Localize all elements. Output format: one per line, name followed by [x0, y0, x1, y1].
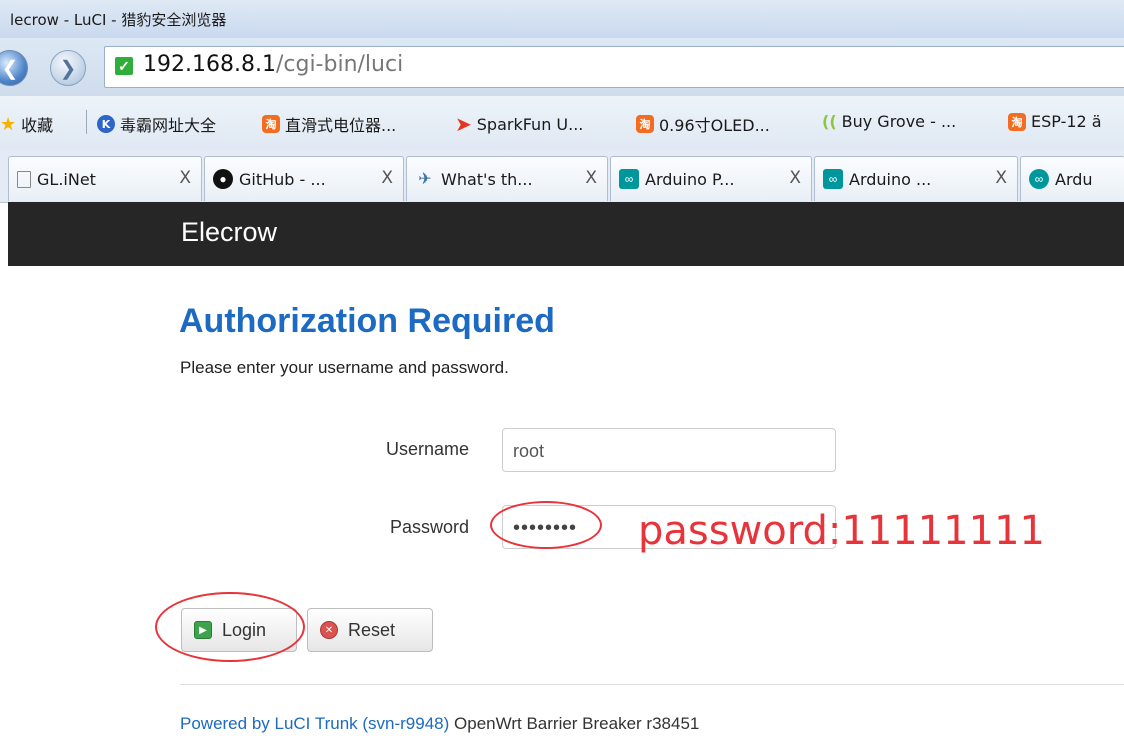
bookmark-label: 0.96寸OLED...	[659, 116, 770, 135]
url-path: /cgi-bin/luci	[275, 52, 404, 77]
footer: Powered by LuCI Trunk (svn-r9948) OpenWr…	[180, 714, 699, 734]
seeed-icon: ((	[822, 112, 837, 131]
bookmark-label: ESP-12 ä	[1031, 112, 1102, 131]
duba-icon: K	[97, 115, 115, 133]
star-icon: ★	[0, 113, 17, 135]
reset-button[interactable]: ✕ Reset	[307, 608, 433, 652]
taobao-icon: 淘	[262, 115, 280, 133]
luci-link[interactable]: Powered by LuCI Trunk (svn-r9948)	[180, 714, 449, 733]
address-bar[interactable]: ✓ 192.168.8.1/cgi-bin/luci	[104, 46, 1124, 88]
forum-icon: ✈	[418, 171, 432, 188]
tab-label: GL.iNet	[37, 169, 96, 189]
tab-glinet[interactable]: GL.iNet X	[8, 156, 202, 201]
taobao-icon: 淘	[636, 115, 654, 133]
bookmark-separator	[86, 110, 87, 134]
tab-arduino-3[interactable]: ∞ Ardu	[1020, 156, 1124, 201]
reset-icon: ✕	[320, 621, 338, 639]
tab-arduino-2[interactable]: ∞ Arduino ... X	[814, 156, 1018, 201]
arduino-icon: ∞	[619, 169, 639, 189]
password-highlight-ellipse	[490, 501, 602, 549]
navigation-bar: ❮ ❯ ✓ 192.168.8.1/cgi-bin/luci	[0, 38, 1124, 96]
close-icon[interactable]: X	[995, 168, 1007, 188]
bookmark-sparkfun[interactable]: ➤ SparkFun U...	[455, 112, 583, 136]
reset-label: Reset	[348, 619, 396, 640]
window-title-bar: lecrow - LuCI - 猎豹安全浏览器	[0, 0, 1124, 38]
back-button[interactable]: ❮	[0, 50, 28, 86]
password-annotation: password:11111111	[638, 508, 1045, 554]
footer-text: OpenWrt Barrier Breaker r38451	[449, 714, 700, 733]
secure-check-icon: ✓	[115, 57, 133, 75]
github-icon: ●	[213, 169, 233, 189]
bookmark-label: Buy Grove - ...	[841, 112, 957, 131]
tab-label: Arduino P...	[645, 169, 735, 189]
username-label: Username	[385, 439, 469, 459]
close-icon[interactable]: X	[381, 168, 393, 188]
login-highlight-ellipse	[155, 592, 305, 662]
arduino-icon: ∞	[1029, 169, 1049, 189]
sparkfun-icon: ➤	[455, 112, 472, 136]
arrow-right-icon: ❯	[59, 57, 77, 80]
bookmark-label: SparkFun U...	[476, 114, 584, 134]
bookmark-label: 收藏	[21, 116, 54, 135]
bookmark-label: 毒霸网址大全	[120, 116, 217, 135]
url-text: 192.168.8.1/cgi-bin/luci	[143, 52, 403, 77]
window-title: lecrow - LuCI - 猎豹安全浏览器	[10, 11, 227, 29]
page-header-bar	[8, 202, 1124, 266]
tab-label: Arduino ...	[849, 169, 932, 189]
page-title: Authorization Required	[179, 302, 555, 340]
arrow-left-icon: ❮	[1, 57, 19, 80]
username-field[interactable]: root	[502, 428, 836, 472]
footer-divider	[180, 684, 1124, 685]
password-label: Password	[389, 517, 469, 537]
bookmark-grove[interactable]: (( Buy Grove - ...	[822, 112, 956, 131]
tab-whats[interactable]: ✈ What's th... X	[406, 156, 608, 201]
close-icon[interactable]: X	[789, 168, 801, 188]
tab-bar: GL.iNet X ● GitHub - ... X ✈ What's th..…	[0, 150, 1124, 203]
page-icon	[17, 170, 31, 188]
tab-label: What's th...	[441, 169, 533, 189]
tab-arduino-1[interactable]: ∞ Arduino P... X	[610, 156, 812, 201]
bookmark-duba[interactable]: K 毒霸网址大全	[97, 112, 216, 136]
page-description: Please enter your username and password.	[180, 358, 509, 377]
taobao-icon: 淘	[1008, 112, 1026, 131]
arduino-icon: ∞	[823, 169, 843, 189]
bookmark-label: 直滑式电位器...	[285, 116, 397, 135]
tab-label: Ardu	[1055, 169, 1093, 189]
bookmarks-bar: ★ 收藏 K 毒霸网址大全 淘 直滑式电位器... ➤ SparkFun U..…	[0, 96, 1124, 150]
close-icon[interactable]: X	[179, 168, 191, 188]
bookmark-oled[interactable]: 淘 0.96寸OLED...	[636, 112, 770, 136]
brand-link[interactable]: Elecrow	[181, 217, 277, 248]
url-host: 192.168.8.1	[143, 52, 276, 77]
bookmark-esp12[interactable]: 淘 ESP-12 ä	[1008, 112, 1102, 131]
tab-github[interactable]: ● GitHub - ... X	[204, 156, 404, 201]
bookmark-favorites[interactable]: ★ 收藏	[0, 112, 53, 136]
tab-label: GitHub - ...	[239, 169, 326, 189]
close-icon[interactable]: X	[585, 168, 597, 188]
bookmark-potentiometer[interactable]: 淘 直滑式电位器...	[262, 112, 396, 136]
forward-button[interactable]: ❯	[50, 50, 86, 86]
